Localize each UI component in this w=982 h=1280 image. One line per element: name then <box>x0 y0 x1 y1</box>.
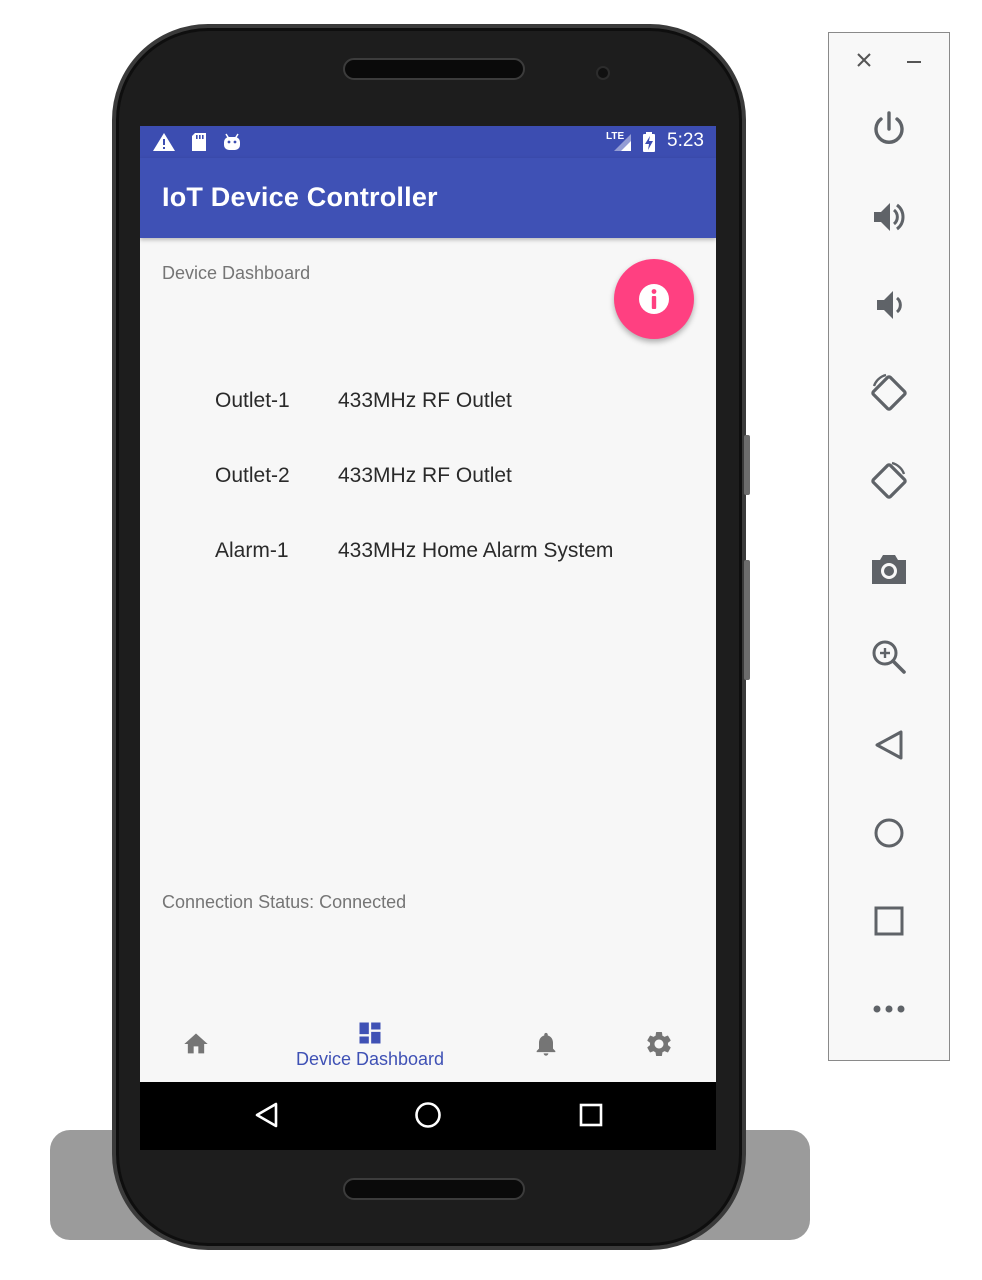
volume-up-icon <box>874 203 905 231</box>
side-button <box>744 435 750 495</box>
screenshot-button[interactable] <box>865 545 913 593</box>
warning-icon <box>153 133 175 151</box>
device-screen: LTE 5:23 IoT Device Controller Device Da… <box>140 126 716 1082</box>
emulator-home-button[interactable] <box>865 809 913 857</box>
top-speaker <box>343 58 525 80</box>
rotate-left-button[interactable] <box>865 369 913 417</box>
rotate-left-icon <box>871 373 907 411</box>
info-fab-button[interactable] <box>614 259 694 339</box>
zoom-button[interactable] <box>865 633 913 681</box>
home-icon <box>184 1033 208 1054</box>
connection-status: Connection Status: Connected <box>162 892 407 912</box>
more-options-button[interactable] <box>865 985 913 1033</box>
android-icon <box>224 133 240 150</box>
recents-icon[interactable] <box>576 1100 606 1130</box>
system-navigation-bar <box>140 1082 716 1150</box>
power-button[interactable] <box>865 105 913 153</box>
battery-charging-icon <box>643 132 655 152</box>
emulator-toolbar <box>828 32 950 1061</box>
gear-icon <box>647 1032 671 1056</box>
emulator-back-button[interactable] <box>865 721 913 769</box>
status-time: 5:23 <box>667 130 704 151</box>
app-title: IoT Device Controller <box>162 182 438 212</box>
volume-up-button[interactable] <box>865 193 913 241</box>
device-name: Outlet-2 <box>215 464 290 487</box>
app-bar: IoT Device Controller <box>140 158 716 238</box>
info-icon <box>639 284 669 314</box>
volume-down-icon <box>877 291 902 319</box>
more-icon <box>873 1005 905 1013</box>
device-description: 433MHz RF Outlet <box>338 464 512 487</box>
home-circle-icon[interactable] <box>413 1100 443 1130</box>
back-icon[interactable] <box>252 1100 282 1130</box>
front-camera <box>596 66 610 80</box>
status-bar: LTE 5:23 <box>140 126 716 158</box>
back-icon <box>875 730 903 760</box>
zoom-icon <box>872 640 906 674</box>
bell-icon <box>536 1032 556 1056</box>
home-icon <box>874 818 904 848</box>
nav-label: Device Dashboard <box>295 1048 445 1069</box>
minimize-icon[interactable] <box>905 51 923 69</box>
sd-card-icon <box>192 133 206 151</box>
nav-item-device-dashboard[interactable]: Device Dashboard <box>290 1006 450 1082</box>
dashboard-icon <box>359 1022 381 1043</box>
device-name: Outlet-1 <box>215 389 290 412</box>
close-icon[interactable] <box>855 51 873 69</box>
device-description: 433MHz RF Outlet <box>338 389 512 412</box>
device-description: 433MHz Home Alarm System <box>338 539 614 562</box>
side-button <box>744 560 750 680</box>
bottom-speaker <box>343 1178 525 1200</box>
power-icon <box>874 111 904 144</box>
nav-item-home[interactable] <box>176 1006 216 1082</box>
bottom-navigation: Device Dashboard <box>140 1006 716 1082</box>
overview-icon <box>874 906 904 936</box>
lte-signal-icon <box>614 134 631 151</box>
camera-icon <box>872 555 906 584</box>
device-name: Alarm-1 <box>215 539 289 562</box>
section-label: Device Dashboard <box>162 263 311 283</box>
nav-item-notifications[interactable] <box>526 1006 566 1082</box>
nav-item-settings[interactable] <box>639 1006 679 1082</box>
volume-down-button[interactable] <box>865 281 913 329</box>
emulator-overview-button[interactable] <box>865 897 913 945</box>
rotate-right-button[interactable] <box>865 457 913 505</box>
rotate-right-icon <box>871 461 907 499</box>
